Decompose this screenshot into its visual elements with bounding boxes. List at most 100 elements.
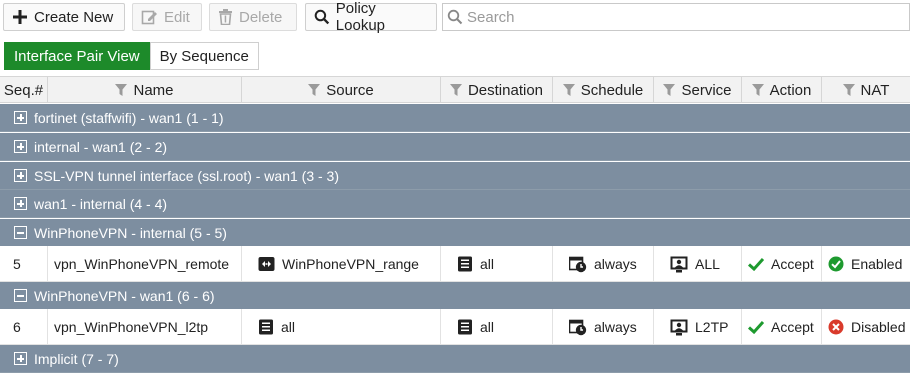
filter-icon — [115, 84, 128, 96]
address-icon — [458, 256, 472, 272]
schedule-cell[interactable]: always — [553, 246, 654, 282]
delete-label: Delete — [239, 8, 283, 26]
column-header-action[interactable]: Action — [742, 77, 822, 103]
expand-icon[interactable] — [14, 169, 27, 182]
column-header-service[interactable]: Service — [654, 77, 742, 103]
group-label: fortinet (staffwifi) - wan1 (1 - 1) — [34, 109, 224, 126]
schedule-value: always — [594, 256, 637, 272]
column-header-nat-label: NAT — [860, 81, 890, 99]
column-header-nat[interactable]: NAT — [822, 77, 910, 103]
column-header-source-label: Source — [326, 81, 374, 99]
column-header-schedule-label: Schedule — [580, 81, 644, 99]
column-header-schedule[interactable]: Schedule — [553, 77, 654, 103]
delete-button[interactable]: Delete — [209, 3, 297, 31]
nat-cell[interactable]: Disabled — [822, 309, 910, 345]
action-cell[interactable]: Accept — [742, 246, 822, 282]
service-cell[interactable]: L2TP — [654, 309, 742, 345]
destination-value: all — [480, 319, 495, 335]
nat-value: Enabled — [851, 256, 903, 272]
address-icon — [259, 319, 273, 335]
checkmark-icon — [748, 320, 764, 334]
address-range-icon — [258, 257, 275, 271]
group-row[interactable]: WinPhoneVPN - internal (5 - 5) — [0, 219, 910, 247]
seq-cell: 6 — [0, 309, 48, 345]
name-cell: vpn_WinPhoneVPN_l2tp — [48, 309, 242, 345]
x-circle-icon — [828, 319, 844, 335]
seq-cell: 5 — [0, 246, 48, 282]
search-box — [442, 3, 910, 31]
collapse-icon[interactable] — [14, 226, 27, 239]
search-icon — [447, 9, 463, 25]
search-input[interactable] — [467, 8, 887, 26]
destination-cell[interactable]: all — [441, 246, 553, 282]
name-cell: vpn_WinPhoneVPN_remote — [48, 246, 242, 282]
trash-icon — [219, 9, 232, 25]
column-header-seq-label: Seq.# — [3, 81, 44, 99]
expand-icon[interactable] — [14, 140, 27, 153]
destination-cell[interactable]: all — [441, 309, 553, 345]
schedule-cell[interactable]: always — [553, 309, 654, 345]
expand-icon[interactable] — [14, 111, 27, 124]
service-value: L2TP — [695, 319, 729, 335]
group-row[interactable]: SSL-VPN tunnel interface (ssl.root) - wa… — [0, 162, 910, 190]
nat-value: Disabled — [851, 319, 906, 335]
tab-by-sequence[interactable]: By Sequence — [149, 42, 259, 70]
expand-icon[interactable] — [14, 352, 27, 365]
source-value: all — [281, 319, 296, 335]
filter-icon — [308, 84, 321, 96]
filter-icon — [842, 84, 855, 96]
source-cell[interactable]: all — [242, 309, 441, 345]
action-value: Accept — [771, 256, 814, 272]
table-row[interactable]: 5 vpn_WinPhoneVPN_remote WinPhoneVPN_ran… — [0, 246, 910, 282]
filter-icon — [449, 84, 462, 96]
filter-icon — [663, 84, 676, 96]
expand-icon[interactable] — [14, 197, 27, 210]
filter-icon — [562, 84, 575, 96]
group-label: WinPhoneVPN - wan1 (6 - 6) — [34, 287, 215, 304]
group-label: internal - wan1 (2 - 2) — [34, 138, 168, 155]
column-header-destination[interactable]: Destination — [441, 77, 553, 103]
group-row[interactable]: WinPhoneVPN - wan1 (6 - 6) — [0, 282, 910, 310]
edit-icon — [141, 10, 157, 25]
create-new-button[interactable]: Create New — [3, 3, 125, 31]
column-header-service-label: Service — [681, 81, 732, 99]
create-new-label: Create New — [34, 8, 114, 26]
edit-button[interactable]: Edit — [132, 3, 202, 31]
tab-interface-pair-view[interactable]: Interface Pair View — [4, 42, 150, 70]
column-header-destination-label: Destination — [467, 81, 544, 99]
action-value: Accept — [771, 319, 814, 335]
service-value: ALL — [695, 256, 720, 272]
service-cell[interactable]: ALL — [654, 246, 742, 282]
check-circle-icon — [828, 256, 844, 272]
policy-lookup-button[interactable]: Policy Lookup — [305, 0, 437, 34]
calendar-clock-icon — [569, 319, 587, 335]
service-icon — [670, 319, 688, 335]
table-header: Seq.# Name Source Destination Schedule S… — [0, 76, 910, 103]
search-icon — [314, 9, 330, 25]
group-row[interactable]: Implicit (7 - 7) — [0, 345, 910, 373]
source-value: WinPhoneVPN_range — [282, 256, 419, 272]
column-header-source[interactable]: Source — [242, 77, 441, 103]
source-cell[interactable]: WinPhoneVPN_range — [242, 246, 441, 282]
table-row[interactable]: 6 vpn_WinPhoneVPN_l2tp all all always L2… — [0, 309, 910, 345]
column-header-action-label: Action — [769, 81, 812, 99]
action-cell[interactable]: Accept — [742, 309, 822, 345]
group-label: Implicit (7 - 7) — [34, 350, 119, 367]
plus-icon — [13, 10, 27, 24]
nat-cell[interactable]: Enabled — [822, 246, 910, 282]
service-icon — [670, 256, 688, 272]
group-label: wan1 - internal (4 - 4) — [34, 195, 168, 212]
destination-value: all — [480, 256, 495, 272]
view-toggle: Interface Pair View By Sequence — [4, 42, 259, 70]
policy-lookup-label: Policy Lookup — [335, 0, 386, 34]
column-header-name[interactable]: Name — [48, 77, 242, 103]
group-row[interactable]: wan1 - internal (4 - 4) — [0, 190, 910, 218]
group-row[interactable]: fortinet (staffwifi) - wan1 (1 - 1) — [0, 104, 910, 132]
column-header-seq[interactable]: Seq.# — [0, 77, 48, 103]
collapse-icon[interactable] — [14, 289, 27, 302]
address-icon — [458, 319, 472, 335]
filter-icon — [751, 84, 764, 96]
group-row[interactable]: internal - wan1 (2 - 2) — [0, 133, 910, 161]
column-header-name-label: Name — [133, 81, 174, 99]
group-label: WinPhoneVPN - internal (5 - 5) — [34, 224, 227, 241]
